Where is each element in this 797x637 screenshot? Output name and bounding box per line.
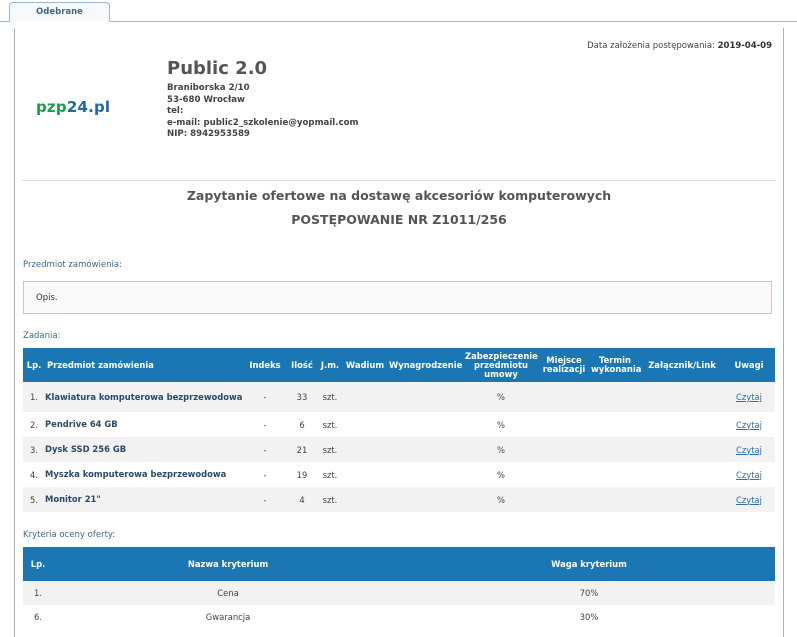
row-index: - [263, 469, 267, 480]
table-row: 3. Dysk SSD 256 GB - 21 szt. % Czytaj [23, 437, 775, 462]
subject-description-box: Opis. [23, 281, 772, 314]
col-qty: Ilość [291, 359, 313, 370]
creation-date: Data założenia postępowania: 2019-04-09 [587, 41, 772, 51]
table-row: 4. Myszka komputerowa bezprzewodowa - 19… [23, 462, 775, 487]
address-city: 53-680 Wrocław [167, 94, 245, 105]
row-index: - [263, 494, 267, 505]
col-subject: Przedmiot zamówienia [47, 359, 154, 370]
col-deposit: Wadium [345, 359, 385, 370]
row-security: % [497, 494, 505, 505]
company-email: e-mail: public2_szkolenie@yopmail.com [167, 117, 359, 128]
creation-date-label: Data założenia postępowania: [587, 41, 715, 51]
col-remuneration: Wynagrodzenie [389, 359, 463, 370]
row-index: - [263, 419, 267, 430]
row-unit: szt. [322, 494, 338, 505]
row-qty: 21 [296, 444, 308, 455]
criteria-weight: 30% [579, 612, 599, 622]
read-link[interactable]: Czytaj [736, 420, 762, 430]
col-deadline: Termin wykonania [591, 355, 642, 374]
row-security: % [497, 469, 505, 480]
subject-description: Opis. [36, 293, 58, 303]
company-name: Public 2.0 [167, 58, 268, 79]
row-index: - [263, 392, 267, 402]
row-unit: szt. [322, 419, 338, 430]
row-unit: szt. [322, 392, 338, 402]
row-index: - [263, 444, 267, 455]
content-frame [14, 28, 784, 637]
row-lp: 5. [30, 494, 38, 505]
page-title: Zapytanie ofertowe na dostawę akcesoriów… [186, 188, 612, 203]
criteria-col-lp: Lp. [30, 558, 46, 569]
table-row: 5. Monitor 21" - 4 szt. % Czytaj [23, 487, 775, 512]
row-name: Monitor 21" [45, 494, 101, 504]
subject-label: Przedmiot zamówienia: [23, 260, 122, 270]
row-qty: 19 [296, 469, 308, 480]
criteria-lp: 1. [34, 588, 42, 598]
criteria-table: Lp. Nazwa kryterium Waga kryterium 1. Ce… [23, 547, 775, 629]
criteria-name: Cena [217, 588, 239, 598]
criteria-label: Kryteria oceny oferty: [23, 530, 116, 540]
criteria-lp: 6. [34, 612, 42, 622]
tasks-header-row: Lp. Przedmiot zamówienia Indeks Ilość J.… [23, 348, 775, 382]
company-tel: tel: [167, 106, 184, 116]
table-row: 6. Gwarancja 30% [23, 605, 775, 629]
row-qty: 6 [299, 419, 305, 430]
row-unit: szt. [322, 444, 338, 455]
row-security: % [497, 444, 505, 455]
logo-accent: 24.pl [66, 98, 111, 116]
creation-date-value: 2019-04-09 [717, 41, 772, 51]
criteria-col-name: Nazwa kryterium [187, 558, 269, 569]
row-lp: 4. [30, 469, 38, 480]
criteria-name: Gwarancja [205, 612, 251, 622]
table-row: 1. Klawiatura komputerowa bezprzewodowa … [23, 382, 775, 412]
col-notes: Uwagi [734, 359, 764, 370]
criteria-weight: 70% [579, 588, 599, 598]
read-link[interactable]: Czytaj [736, 392, 762, 402]
criteria-col-weight: Waga kryterium [551, 558, 627, 569]
company-info: Public 2.0 Braniborska 2/10 53-680 Wrocł… [167, 58, 358, 141]
row-name: Pendrive 64 GB [45, 419, 118, 429]
address-street: Braniborska 2/10 [167, 83, 250, 93]
row-name: Klawiatura komputerowa bezprzewodowa [45, 391, 243, 402]
company-logo: pzp24.pl [36, 98, 110, 116]
col-attachment: Załącznik/Link [648, 359, 716, 370]
row-lp: 3. [30, 444, 38, 455]
divider [22, 180, 776, 181]
col-lp: Lp. [26, 359, 42, 370]
criteria-header-row: Lp. Nazwa kryterium Waga kryterium [23, 547, 775, 581]
tasks-label: Zadania: [23, 331, 61, 341]
row-qty: 33 [296, 392, 308, 402]
col-unit: J.m. [320, 359, 340, 370]
col-security: Zabezpieczenie przedmiotu umowy [465, 350, 538, 379]
col-index: Indeks [249, 359, 281, 370]
row-security: % [497, 392, 505, 402]
read-link[interactable]: Czytaj [736, 495, 762, 505]
table-row: 2. Pendrive 64 GB - 6 szt. % Czytaj [23, 412, 775, 437]
tasks-table: Lp. Przedmiot zamówienia Indeks Ilość J.… [23, 348, 775, 512]
row-security: % [497, 419, 505, 430]
row-lp: 2. [30, 419, 38, 430]
row-name: Myszka komputerowa bezprzewodowa [45, 469, 227, 479]
table-row: 1. Cena 70% [23, 581, 775, 605]
company-nip: NIP: 8942953589 [167, 129, 250, 139]
logo-main: pzp [36, 98, 67, 116]
tab-odebrane[interactable]: Odebrane [9, 2, 110, 22]
row-unit: szt. [322, 469, 338, 480]
col-location: Miejsce realizacji [542, 355, 586, 374]
row-name: Dysk SSD 256 GB [45, 444, 127, 454]
row-lp: 1. [30, 392, 38, 402]
read-link[interactable]: Czytaj [736, 470, 762, 480]
procedure-number: POSTĘPOWANIE NR Z1011/256 [291, 212, 507, 227]
row-qty: 4 [299, 494, 305, 505]
read-link[interactable]: Czytaj [736, 445, 762, 455]
